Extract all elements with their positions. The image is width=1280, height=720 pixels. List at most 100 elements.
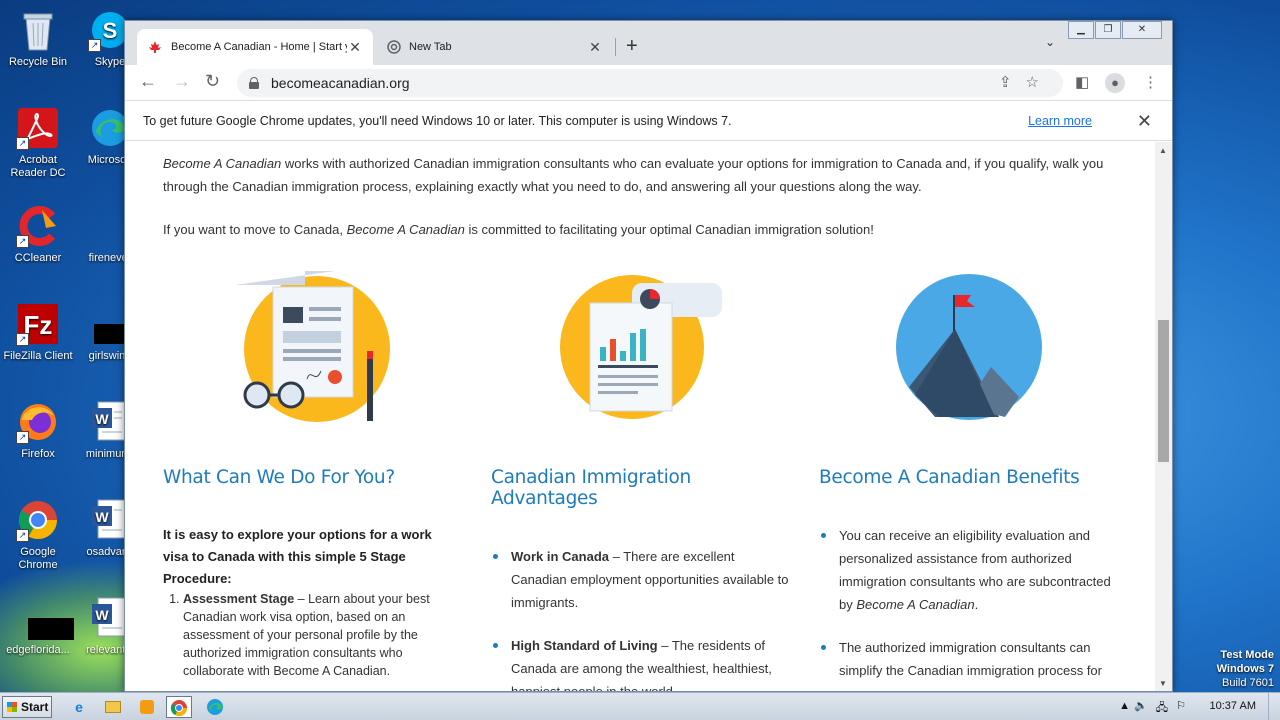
filezilla-icon: Fz ↗	[16, 302, 60, 346]
more-menu-icon[interactable]: ⋮	[1143, 73, 1158, 91]
show-desktop-button[interactable]	[1268, 693, 1280, 720]
item-bold: Work in Canada	[511, 549, 610, 564]
mountain-flag-illustration	[895, 267, 1055, 427]
new-tab-button[interactable]: +	[626, 35, 638, 58]
side-panel-icon[interactable]: ◧	[1075, 73, 1089, 91]
file-explorer-taskbar-icon[interactable]	[100, 696, 126, 718]
scroll-up-arrow-icon[interactable]: ▲	[1159, 146, 1167, 155]
desktop-icon-label: FileZilla Client	[3, 350, 73, 362]
charts-illustration	[560, 267, 722, 427]
chrome-taskbar-icon[interactable]	[166, 696, 192, 718]
minimize-button[interactable]: ▁	[1068, 21, 1094, 39]
documents-illustration	[235, 267, 395, 427]
shortcut-arrow-icon: ↗	[88, 39, 101, 52]
desktop-icon-firefox[interactable]: ↗ Firefox	[0, 400, 76, 461]
page-scrollbar[interactable]: ▲ ▼	[1155, 142, 1172, 691]
scrollbar-thumb[interactable]	[1158, 320, 1169, 462]
brand-em: Become A Canadian	[163, 156, 282, 171]
tab-search-chevron-down-icon[interactable]: ⌄	[1045, 35, 1055, 49]
benefits-column: Become A Canadian Benefits You can recei…	[819, 467, 1119, 691]
scroll-down-arrow-icon[interactable]: ▼	[1159, 679, 1167, 688]
commitment-paragraph: If you want to move to Canada, Become A …	[163, 218, 1123, 241]
list-item: Work in Canada – There are excellent Can…	[491, 545, 791, 614]
list-item: Assessment Stage – Learn about your best…	[183, 590, 463, 680]
infobar-message: To get future Google Chrome updates, you…	[143, 114, 732, 128]
bookmark-star-icon[interactable]: ☆	[1026, 74, 1053, 91]
tab-close-icon[interactable]: ✕	[347, 39, 363, 56]
volume-icon[interactable]: 🔈	[1134, 699, 1148, 712]
clock-time[interactable]: 10:37 AM	[1210, 700, 1256, 712]
svg-text:W: W	[95, 509, 109, 525]
internet-explorer-taskbar-icon[interactable]: e	[66, 696, 92, 718]
desktop-icon-label: Google Chrome	[18, 546, 58, 571]
desktop-icon-google-chrome[interactable]: ↗ Google Chrome	[0, 498, 76, 572]
network-icon[interactable]: 🖧	[1156, 699, 1168, 718]
desktop-icon-label: edgeflorida...	[6, 644, 70, 656]
tab-separator	[615, 38, 616, 56]
chrome-tab-icon	[387, 40, 401, 54]
lock-icon	[249, 77, 259, 89]
list-item: The authorized immigration consultants c…	[819, 636, 1119, 682]
forward-arrow-icon[interactable]: →	[173, 71, 191, 92]
close-window-button[interactable]: ✕	[1122, 21, 1162, 39]
browser-toolbar: ← → ↻ becomeacanadian.org ⇪☆ ◧ ● ⋮	[125, 65, 1172, 101]
update-infobar: To get future Google Chrome updates, you…	[125, 101, 1172, 141]
item-text: The authorized immigration consultants c…	[839, 640, 1102, 678]
shortcut-arrow-icon: ↗	[16, 137, 29, 150]
desktop-icon-recycle-bin[interactable]: Recycle Bin	[0, 8, 76, 69]
svg-text:W: W	[95, 607, 109, 623]
restore-button[interactable]: ❐	[1095, 21, 1121, 39]
profile-avatar-icon[interactable]: ●	[1105, 73, 1125, 93]
brand-em: Become A Canadian	[346, 222, 465, 237]
tab-title: Become A Canadian - Home | Start y	[171, 41, 347, 53]
item-text-after: .	[974, 597, 979, 612]
intro-paragraph: Become A Canadian works with authorized …	[163, 152, 1123, 198]
intro-text: works with authorized Canadian immigrati…	[163, 156, 1104, 194]
shortcut-arrow-icon: ↗	[16, 431, 29, 444]
test-mode-line: Test Mode	[1220, 649, 1274, 661]
acrobat-icon: ↗	[16, 106, 60, 150]
desktop-icon-label: Recycle Bin	[8, 56, 68, 68]
desktop-icon-ccleaner[interactable]: ↗ CCleaner	[0, 204, 76, 265]
reload-icon[interactable]: ↻	[205, 71, 220, 92]
page-content: Become A Canadian works with authorized …	[125, 142, 1155, 691]
procedure-steps: Assessment Stage – Learn about your best…	[183, 590, 463, 680]
share-icon[interactable]: ⇪	[999, 74, 1026, 91]
desktop-icon-label: Firefox	[21, 448, 55, 460]
tab-title: New Tab	[409, 41, 452, 53]
list-item: High Standard of Living – The residents …	[491, 634, 791, 691]
test-mode-notice: Test Mode Windows 7 Build 7601	[1217, 648, 1274, 690]
edge-taskbar-icon[interactable]	[202, 696, 228, 718]
address-bar[interactable]: becomeacanadian.org ⇪☆	[237, 69, 1063, 97]
list-item: You can receive an eligibility evaluatio…	[819, 524, 1119, 616]
window-controls: ▁ ❐ ✕	[1067, 21, 1162, 39]
learn-more-link[interactable]: Learn more	[1028, 101, 1092, 141]
taskbar: Start e ▲ 🔈 🖧 ⚐ 10:37 AM	[0, 692, 1280, 720]
infobar-close-icon[interactable]: ✕	[1137, 101, 1152, 141]
start-button[interactable]: Start	[2, 696, 52, 718]
tab-new-tab[interactable]: New Tab ✕	[377, 29, 613, 65]
desktop-icon-edgeflorida[interactable]: edgeflorida...	[0, 596, 76, 657]
firefox-icon: ↗	[16, 400, 60, 444]
tab-close-icon[interactable]: ✕	[587, 39, 603, 56]
media-player-taskbar-icon[interactable]	[134, 696, 160, 718]
advantages-column: Canadian Immigration Advantages Work in …	[491, 467, 791, 691]
column-heading: What Can We Do For You?	[163, 467, 395, 488]
tab-become-a-canadian[interactable]: Become A Canadian - Home | Start y ✕	[137, 29, 373, 65]
column-heading: Become A Canadian Benefits	[819, 467, 1080, 488]
action-center-flag-icon[interactable]: ⚐	[1176, 699, 1186, 712]
step-bold: Assessment Stage	[183, 592, 295, 606]
show-hidden-icons-chevron-up-icon[interactable]: ▲	[1119, 700, 1130, 712]
desktop-icon-filezilla[interactable]: Fz ↗ FileZilla Client	[0, 302, 76, 363]
back-arrow-icon[interactable]: ←	[139, 71, 157, 92]
commitment-before: If you want to move to Canada,	[163, 222, 347, 237]
commitment-after: is committed to facilitating your optima…	[464, 222, 874, 237]
blacked-out-icon	[16, 596, 74, 640]
what-we-do-column: What Can We Do For You? It is easy to ex…	[163, 467, 463, 680]
address-bar-actions: ⇪☆	[999, 73, 1053, 91]
advantages-list: Work in Canada – There are excellent Can…	[491, 545, 791, 691]
brand-em: Become A Canadian	[856, 597, 975, 612]
test-mode-line: Build 7601	[1222, 677, 1274, 689]
desktop-icon-acrobat[interactable]: ↗ Acrobat Reader DC	[0, 106, 76, 180]
shortcut-arrow-icon: ↗	[16, 235, 29, 248]
